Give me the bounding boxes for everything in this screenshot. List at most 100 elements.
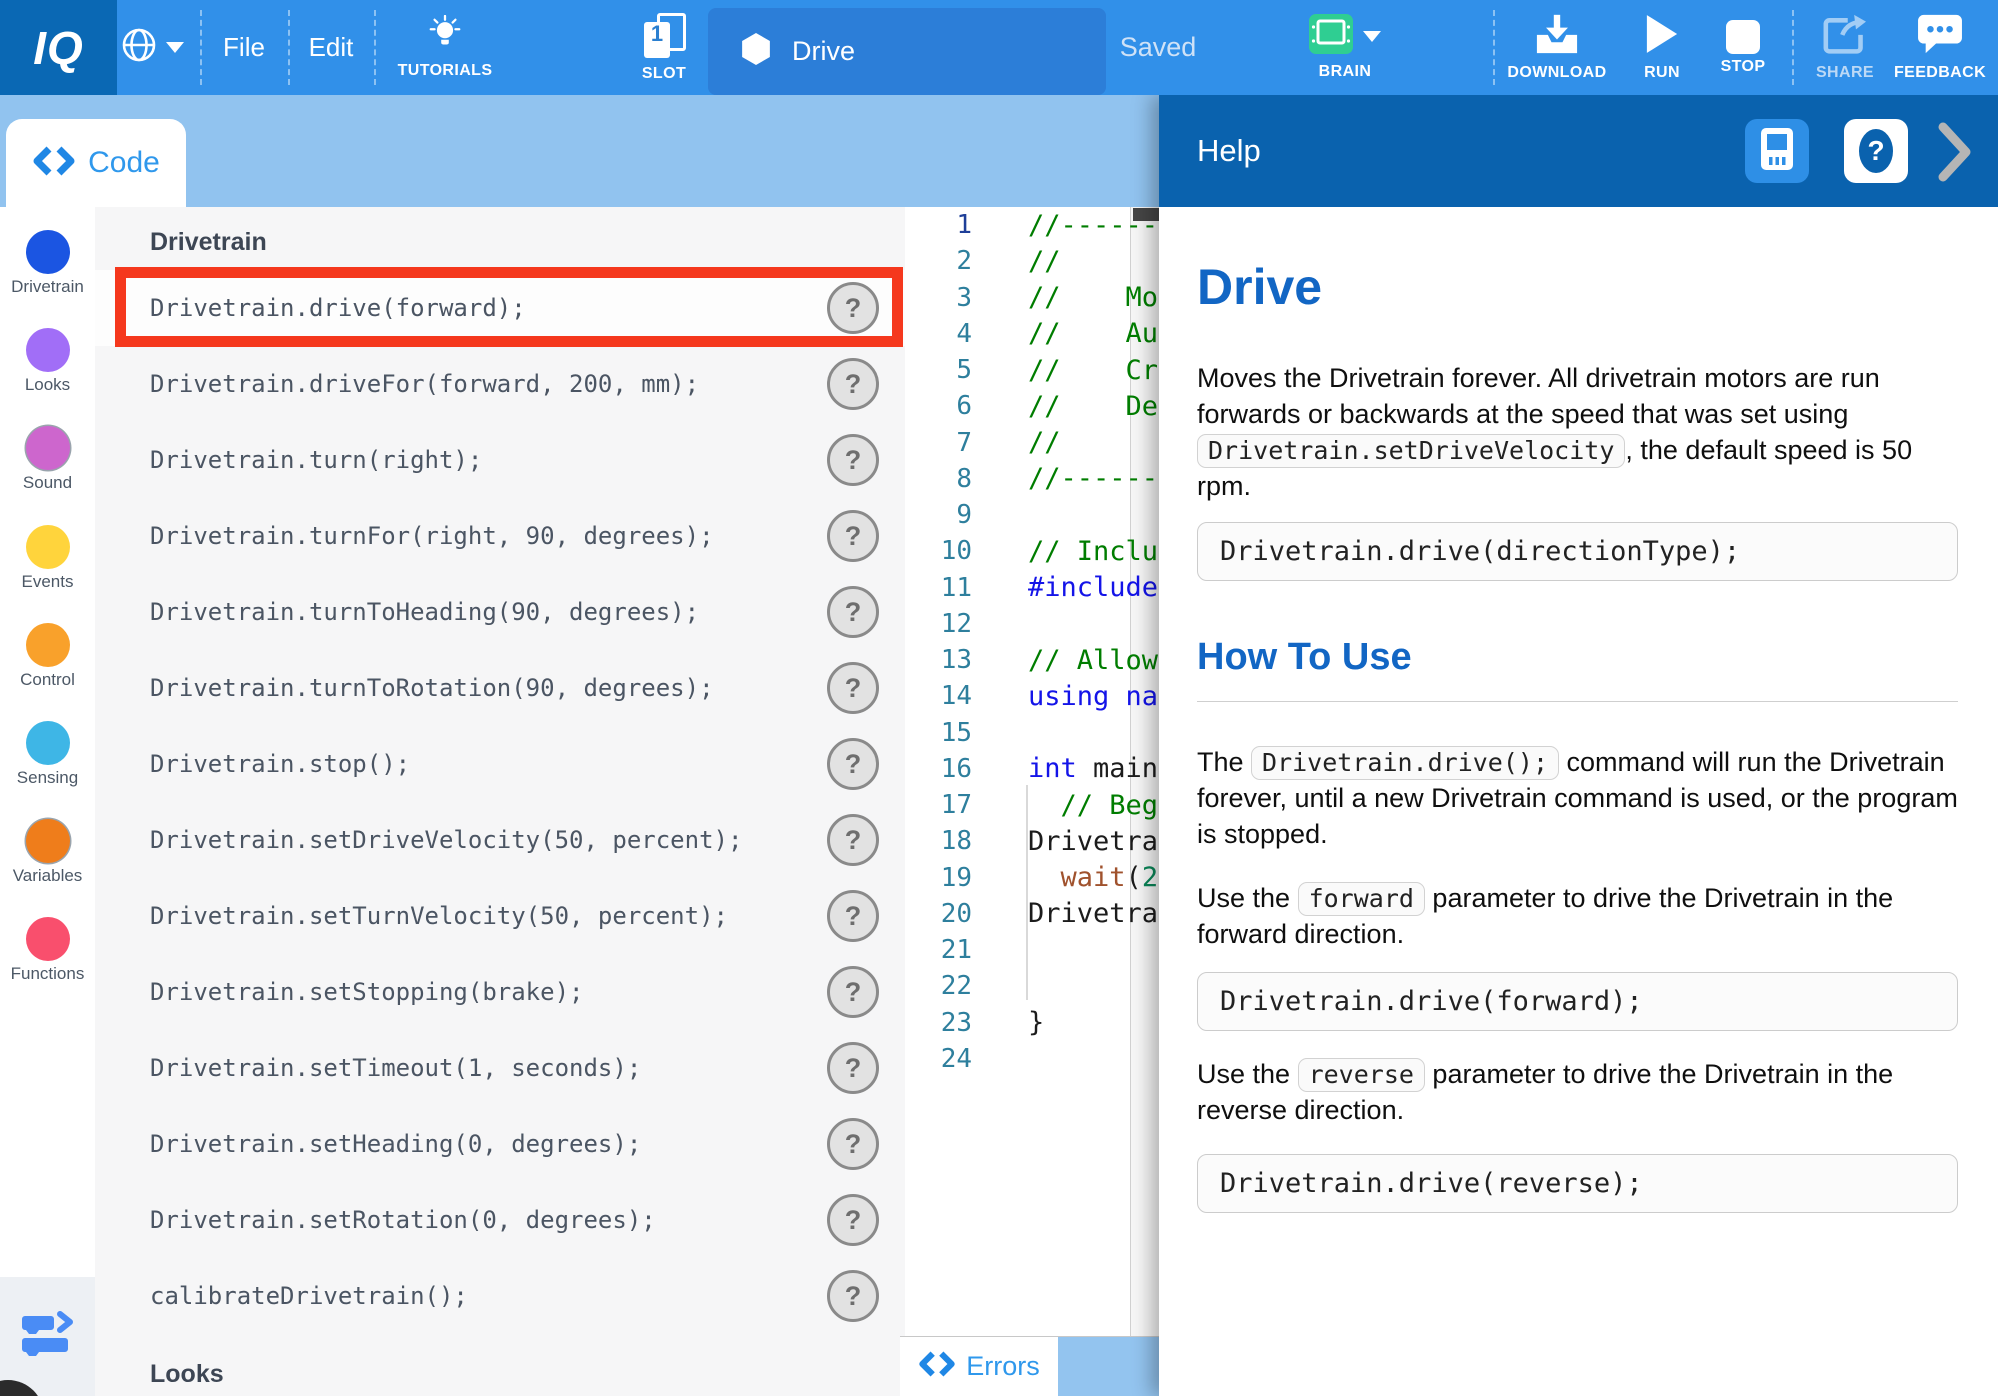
share-button[interactable]: SHARE (1800, 0, 1890, 95)
line-number: 20 (905, 899, 972, 929)
category-dot-icon (26, 721, 70, 765)
code-line[interactable]: 23} (905, 1005, 1159, 1041)
code-line[interactable]: 5// Crea (905, 352, 1159, 388)
project-name-button[interactable]: Drive (708, 8, 1106, 95)
code-line[interactable]: 2// (905, 243, 1159, 279)
language-menu-button[interactable] (118, 0, 186, 95)
tab-errors[interactable]: Errors (900, 1337, 1058, 1396)
help-subheading: How To Use (1197, 636, 1958, 679)
collapse-panel-button[interactable] (1938, 122, 1972, 187)
command-help-button[interactable]: ? (827, 510, 879, 562)
command-help-button[interactable]: ? (827, 282, 879, 334)
command-row[interactable]: Drivetrain.setTurnVelocity(50, percent);… (95, 878, 905, 954)
line-number: 19 (905, 863, 972, 893)
command-row[interactable]: Drivetrain.stop();? (95, 726, 905, 802)
feedback-button[interactable]: FEEDBACK (1888, 0, 1992, 95)
command-row[interactable]: calibrateDrivetrain();? (95, 1258, 905, 1334)
command-row[interactable]: Drivetrain.drive(forward);? (95, 270, 905, 346)
help-paragraph: Moves the Drivetrain forever. All drivet… (1197, 360, 1958, 504)
line-number: 3 (905, 283, 972, 313)
download-button[interactable]: DOWNLOAD (1506, 0, 1608, 95)
edit-menu[interactable]: Edit (300, 0, 362, 95)
command-row[interactable]: Drivetrain.turn(right);? (95, 422, 905, 498)
sidebar-item-control[interactable]: Control (0, 623, 95, 690)
code-text: // Modu (1028, 282, 1159, 313)
command-row[interactable]: Drivetrain.turnToRotation(90, degrees);? (95, 650, 905, 726)
code-line[interactable]: 22 (905, 968, 1159, 1004)
code-line[interactable]: 1//-------------------------------------… (905, 207, 1159, 243)
stop-button[interactable]: STOP (1704, 0, 1782, 95)
command-help-button[interactable]: ? (827, 1270, 879, 1322)
command-row[interactable]: Drivetrain.turnFor(right, 90, degrees);? (95, 498, 905, 574)
code-text: // Allows (1028, 645, 1159, 676)
command-help-button[interactable]: ? (827, 1042, 879, 1094)
sidebar-item-functions[interactable]: Functions (0, 917, 95, 984)
code-line[interactable]: 16int main() (905, 751, 1159, 787)
switch-to-blocks-button[interactable] (0, 1277, 95, 1396)
command-text: calibrateDrivetrain(); (150, 1282, 468, 1310)
command-row[interactable]: Drivetrain.driveFor(forward, 200, mm);? (95, 346, 905, 422)
code-line[interactable]: 9 (905, 497, 1159, 533)
command-row[interactable]: Drivetrain.setTimeout(1, seconds);? (95, 1030, 905, 1106)
command-help-button[interactable]: ? (827, 738, 879, 790)
file-menu[interactable]: File (212, 0, 276, 95)
command-help-button[interactable]: ? (827, 662, 879, 714)
code-line[interactable]: 12 (905, 606, 1159, 642)
code-line[interactable]: 17 // Begin (905, 787, 1159, 823)
command-row[interactable]: Drivetrain.setStopping(brake);? (95, 954, 905, 1030)
code-editor[interactable]: 1//-------------------------------------… (905, 207, 1159, 1336)
command-help-button[interactable]: ? (827, 1118, 879, 1170)
code-line[interactable]: 13 // Allows (905, 642, 1159, 678)
code-line[interactable]: 6// Desc (905, 388, 1159, 424)
command-help-button[interactable]: ? (827, 814, 879, 866)
topbar: IQ File Edit (0, 0, 1998, 95)
code-line[interactable]: 14using name (905, 678, 1159, 714)
command-text: Drivetrain.drive(forward); (150, 294, 526, 322)
topbar-divider (1792, 10, 1794, 85)
command-help-button[interactable]: ? (827, 890, 879, 942)
code-line[interactable]: 3 // Modu (905, 280, 1159, 316)
code-line[interactable]: 8//-------------------------------------… (905, 461, 1159, 497)
sidebar-item-sensing[interactable]: Sensing (0, 721, 95, 788)
tab-code[interactable]: Code (6, 119, 186, 207)
command-help-button[interactable]: ? (827, 1194, 879, 1246)
command-help-button[interactable]: ? (827, 434, 879, 486)
help-mode-button[interactable]: ? (1844, 119, 1908, 183)
code-line[interactable]: 11#include " (905, 570, 1159, 606)
code-line[interactable]: 20Drivetra (905, 896, 1159, 932)
code-text: wait(2, (1028, 862, 1159, 893)
slot-button[interactable]: 1 SLOT (626, 0, 702, 95)
sidebar-item-looks[interactable]: Looks (0, 328, 95, 395)
code-line[interactable]: 15 (905, 715, 1159, 751)
run-button[interactable]: RUN (1623, 0, 1701, 95)
sidebar-item-variables[interactable]: Variables (0, 819, 95, 886)
code-line[interactable]: 19 wait(2, (905, 860, 1159, 896)
command-help-button[interactable]: ? (827, 358, 879, 410)
code-text: // Include (1028, 536, 1159, 567)
code-line[interactable]: 18Drivetra (905, 823, 1159, 859)
code-line[interactable]: 7// (905, 425, 1159, 461)
help-heading: Drive (1197, 258, 1958, 316)
command-row[interactable]: Drivetrain.setRotation(0, degrees);? (95, 1182, 905, 1258)
command-help-button[interactable]: ? (827, 966, 879, 1018)
command-row[interactable]: Drivetrain.turnToHeading(90, degrees);? (95, 574, 905, 650)
device-help-button[interactable] (1745, 119, 1809, 183)
command-row[interactable]: Drivetrain.setDriveVelocity(50, percent)… (95, 802, 905, 878)
code-line[interactable]: 4// Auth (905, 316, 1159, 352)
sidebar-item-drivetrain[interactable]: Drivetrain (0, 230, 95, 297)
inline-code: Drivetrain.setDriveVelocity (1197, 434, 1625, 468)
code-line[interactable]: 10// Include (905, 533, 1159, 569)
code-line[interactable]: 24 (905, 1041, 1159, 1077)
sidebar-item-sound[interactable]: Sound (0, 426, 95, 493)
command-help-button[interactable]: ? (827, 586, 879, 638)
brain-button[interactable]: BRAIN (1295, 0, 1395, 95)
command-row[interactable]: Drivetrain.setHeading(0, degrees);? (95, 1106, 905, 1182)
hexagon-icon (742, 33, 770, 70)
sidebar-item-events[interactable]: Events (0, 525, 95, 592)
tutorials-button[interactable]: TUTORIALS (390, 0, 500, 95)
line-number: 13 (905, 645, 972, 675)
code-line[interactable]: 21 (905, 932, 1159, 968)
brain-icon (1309, 14, 1353, 59)
chevron-down-icon (166, 42, 184, 53)
share-label: SHARE (1816, 64, 1874, 82)
